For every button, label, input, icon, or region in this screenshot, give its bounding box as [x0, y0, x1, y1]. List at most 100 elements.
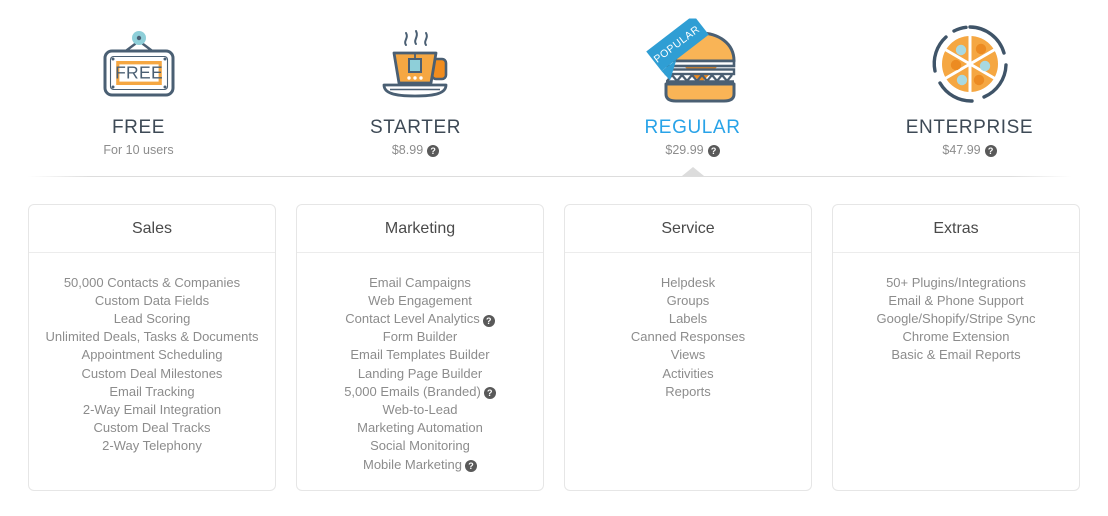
feature-item: Reports	[573, 383, 803, 401]
plan-tabs-row: FREE FREE For 10 users STARTER $8.99 ? P…	[0, 0, 1108, 168]
feature-label: Email Templates Builder	[350, 347, 490, 363]
feature-item: Email Campaigns	[305, 274, 535, 292]
feature-item: Google/Shopify/Stripe Sync	[841, 310, 1071, 328]
feature-item: Groups	[573, 292, 803, 310]
feature-label: 50,000 Contacts & Companies	[63, 274, 241, 290]
feature-item: Email & Phone Support	[841, 292, 1071, 310]
plan-icon-free-wrap: FREE	[0, 14, 277, 114]
plan-tab-regular[interactable]: POPULAR REGULAR $29.99 ?	[554, 14, 831, 168]
feature-item: Canned Responses	[573, 328, 803, 346]
plan-name-starter: STARTER	[369, 117, 462, 138]
plan-tab-starter[interactable]: STARTER $8.99 ?	[277, 14, 554, 168]
feature-label: Email Tracking	[109, 383, 195, 399]
teacup-icon	[382, 30, 447, 98]
feature-item: 2-Way Telephony	[37, 437, 267, 455]
feature-label: Custom Deal Tracks	[93, 420, 211, 436]
feature-item: Views	[573, 346, 803, 364]
plan-sub-regular: $29.99 ?	[665, 142, 720, 158]
plan-price-starter: $8.99	[391, 142, 424, 157]
feature-item: Custom Deal Tracks	[37, 419, 267, 437]
feature-label: Web Engagement	[368, 292, 472, 308]
feature-item: Marketing Automation	[305, 419, 535, 437]
feature-cards-row: Sales 50,000 Contacts & Companies Custom D…	[0, 182, 1108, 491]
feature-item: Custom Data Fields	[37, 292, 267, 310]
feature-card-title-service: Service	[565, 205, 811, 253]
feature-label: Custom Deal Milestones	[81, 365, 223, 381]
feature-item: Labels	[573, 310, 803, 328]
feature-item: Lead Scoring	[37, 310, 267, 328]
feature-label: Social Monitoring	[370, 438, 470, 454]
feature-label: Groups	[666, 292, 710, 308]
feature-card-extras: Extras 50+ Plugins/Integrations Email & Ph…	[832, 204, 1080, 491]
feature-item: Email Templates Builder	[305, 346, 535, 364]
feature-label: Chrome Extension	[902, 329, 1010, 345]
feature-label: Canned Responses	[630, 329, 746, 345]
feature-label: Landing Page Builder	[357, 365, 483, 381]
feature-item: Social Monitoring	[305, 437, 535, 455]
feature-label: Marketing Automation	[357, 420, 483, 436]
selected-plan-caret	[681, 167, 704, 176]
feature-label: Email Campaigns	[369, 274, 471, 290]
feature-label: Lead Scoring	[113, 311, 191, 326]
plan-sub-starter: $8.99 ?	[391, 142, 440, 158]
feature-item: Basic & Email Reports	[841, 346, 1071, 364]
feature-list-marketing: Email Campaigns Web Engagement Contact Lev…	[297, 253, 543, 490]
plans-divider-zone	[0, 167, 1108, 182]
plan-tab-free[interactable]: FREE FREE For 10 users	[0, 14, 277, 168]
feature-item: Contact Level Analytics?	[305, 310, 535, 328]
feature-item: Web Engagement	[305, 292, 535, 310]
feature-card-title-marketing: Marketing	[297, 205, 543, 253]
feature-item: 5,000 Emails (Branded)?	[305, 383, 535, 401]
feature-label: Appointment Scheduling	[81, 347, 223, 363]
feature-card-service: Service Helpdesk Groups Labels Canned Respon…	[564, 204, 812, 491]
feature-item: Mobile Marketing?	[305, 456, 535, 474]
feature-item: 50,000 Contacts & Companies	[37, 274, 267, 292]
help-icon-starter[interactable]: ?	[427, 144, 440, 157]
plan-price-regular: $29.99	[665, 142, 704, 157]
feature-item: Helpdesk	[573, 274, 803, 292]
help-icon-feature[interactable]: ?	[483, 387, 496, 400]
feature-item: Landing Page Builder	[305, 365, 535, 383]
feature-list-service: Helpdesk Groups Labels Canned Responses View…	[565, 253, 811, 417]
feature-label: Unlimited Deals, Tasks & Documents	[45, 329, 259, 345]
feature-label: Helpdesk	[660, 274, 716, 290]
feature-label: 2-Way Email Integration	[82, 402, 222, 418]
feature-item: Email Tracking	[37, 383, 267, 401]
svg-text:FREE: FREE	[115, 63, 163, 83]
feature-list-extras: 50+ Plugins/Integrations Email & Phone Su…	[833, 253, 1079, 381]
plan-icon-enterprise-wrap	[831, 14, 1108, 114]
feature-item: Activities	[573, 365, 803, 383]
feature-label: Labels	[668, 311, 708, 326]
help-icon-feature[interactable]: ?	[482, 314, 495, 327]
plan-name-free: FREE	[111, 117, 166, 138]
feature-card-marketing: Marketing Email Campaigns Web Engagement Co…	[296, 204, 544, 491]
plans-divider	[28, 176, 1072, 177]
feature-item: Web-to-Lead	[305, 401, 535, 419]
feature-card-sales: Sales 50,000 Contacts & Companies Custom D…	[28, 204, 276, 491]
feature-card-title-extras: Extras	[833, 205, 1079, 253]
hamburger-icon	[664, 31, 735, 103]
feature-item: Unlimited Deals, Tasks & Documents	[37, 328, 267, 346]
help-icon-feature[interactable]: ?	[465, 460, 477, 473]
feature-label: 2-Way Telephony	[102, 438, 202, 454]
help-icon-enterprise[interactable]: ?	[984, 144, 997, 157]
feature-label: Web-to-Lead	[382, 402, 458, 418]
feature-label: Custom Data Fields	[94, 292, 210, 308]
feature-item: 50+ Plugins/Integrations	[841, 274, 1071, 292]
help-icon-regular[interactable]: ?	[707, 144, 720, 157]
feature-label: Google/Shopify/Stripe Sync	[876, 311, 1036, 326]
feature-item: Custom Deal Milestones	[37, 365, 267, 383]
feature-item: 2-Way Email Integration	[37, 401, 267, 419]
feature-label: Email & Phone Support	[888, 292, 1024, 308]
feature-label: Reports	[665, 383, 711, 399]
feature-label: Basic & Email Reports	[891, 347, 1021, 363]
plan-sub-enterprise: $47.99 ?	[942, 143, 997, 158]
feature-label: 5,000 Emails (Branded)	[344, 383, 481, 399]
feature-list-sales: 50,000 Contacts & Companies Custom Data F…	[29, 253, 275, 472]
feature-label: Mobile Marketing	[363, 456, 462, 472]
plan-tab-enterprise[interactable]: ENTERPRISE $47.99 ?	[831, 14, 1108, 168]
plan-icon-regular-wrap: POPULAR	[554, 14, 831, 114]
plan-name-enterprise: ENTERPRISE	[905, 117, 1034, 138]
feature-label: Form Builder	[382, 329, 458, 345]
feature-label: 50+ Plugins/Integrations	[886, 274, 1026, 290]
